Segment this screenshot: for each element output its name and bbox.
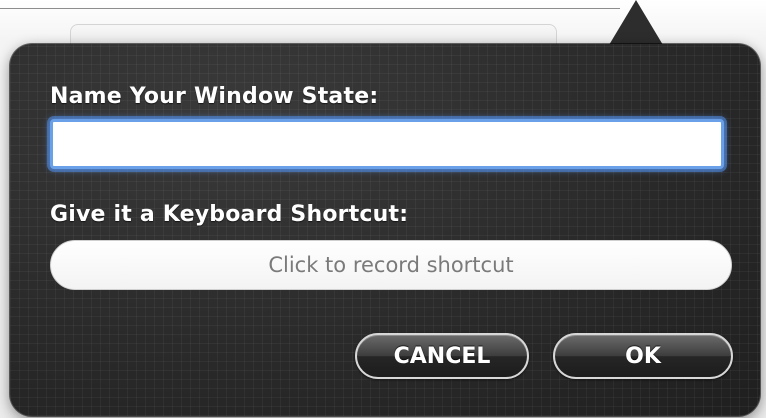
window-state-name-input[interactable]: [50, 119, 724, 169]
shortcut-label: Give it a Keyboard Shortcut:: [50, 202, 409, 227]
shortcut-recorder-placeholder: Click to record shortcut: [268, 253, 514, 277]
screen: Name Your Window State: Give it a Keyboa…: [0, 0, 766, 418]
cancel-button-label: CANCEL: [393, 343, 491, 369]
background-toolbar-edge: [0, 8, 620, 9]
shortcut-recorder-field[interactable]: Click to record shortcut: [50, 240, 732, 290]
name-label: Name Your Window State:: [50, 84, 379, 109]
ok-button[interactable]: OK: [553, 333, 733, 379]
ok-button-label: OK: [625, 343, 661, 369]
window-state-popover: Name Your Window State: Give it a Keyboa…: [10, 44, 760, 416]
cancel-button[interactable]: CANCEL: [355, 333, 529, 379]
